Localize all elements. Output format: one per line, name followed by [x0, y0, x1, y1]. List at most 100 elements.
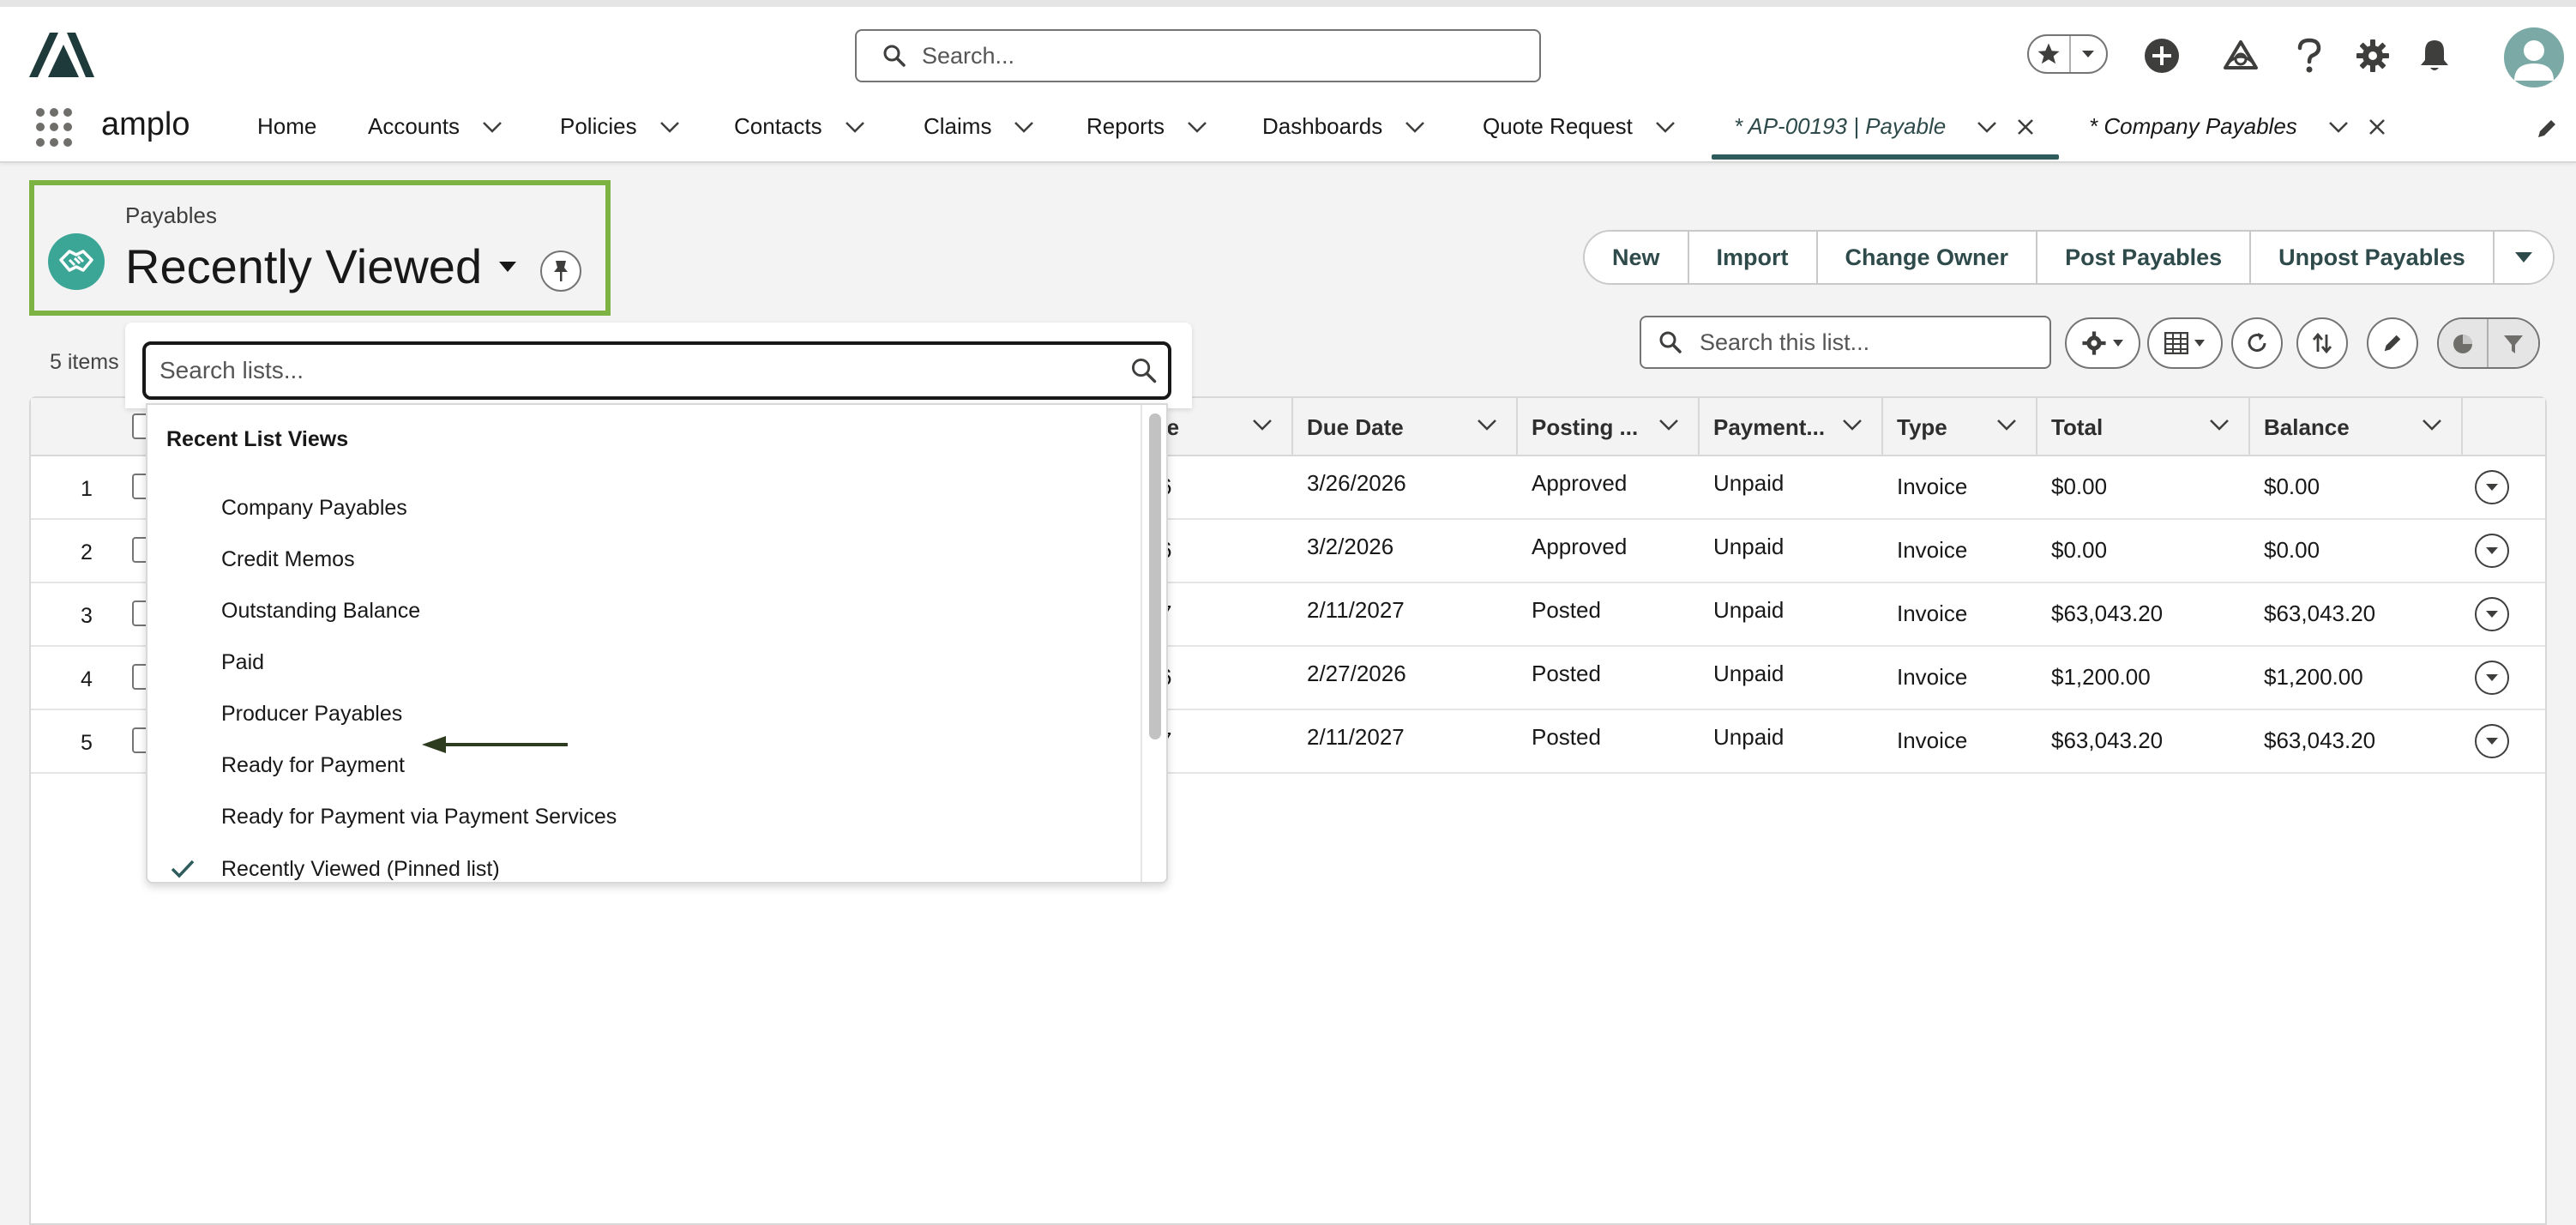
- nav-item-quote-request[interactable]: Quote Request: [1483, 113, 1676, 140]
- app-launcher-icon[interactable]: [36, 108, 75, 148]
- chevron-down-icon[interactable]: [1655, 121, 1676, 133]
- nav-item-policies[interactable]: Policies: [560, 113, 680, 140]
- chevron-down-icon[interactable]: [2422, 419, 2442, 431]
- chevron-down-icon[interactable]: [1405, 121, 1425, 133]
- list-picker-scrollbar[interactable]: [1141, 405, 1166, 882]
- list-view-picker-dropdown: Recent List Views Company Payables Credi…: [125, 323, 1192, 884]
- cell-payment-status: Unpaid: [1713, 661, 1785, 686]
- import-button[interactable]: Import: [1688, 232, 1818, 283]
- trailhead-icon[interactable]: [2218, 33, 2264, 79]
- close-icon[interactable]: [2016, 118, 2035, 136]
- more-actions-button[interactable]: [2494, 232, 2553, 283]
- list-picker-search-input[interactable]: [159, 357, 1103, 384]
- column-header-type[interactable]: Type: [1881, 398, 2036, 456]
- notifications-bell-icon[interactable]: [2411, 33, 2458, 79]
- unpost-payables-button[interactable]: Unpost Payables: [2251, 232, 2495, 283]
- list-option-paid[interactable]: Paid: [147, 638, 1134, 686]
- cell-balance: $0.00: [2264, 474, 2320, 499]
- column-header-balance[interactable]: Balance: [2248, 398, 2461, 456]
- cell-balance: $63,043.20: [2264, 727, 2376, 753]
- nav-item-home[interactable]: Home: [257, 113, 316, 140]
- list-view-controls-button[interactable]: [2065, 317, 2140, 369]
- cell-payment-status: Unpaid: [1713, 470, 1785, 496]
- list-option-company-payables[interactable]: Company Payables: [147, 484, 1134, 532]
- global-search[interactable]: [855, 29, 1541, 82]
- column-header-total[interactable]: Total: [2036, 398, 2248, 456]
- chevron-down-icon[interactable]: [1977, 121, 1997, 133]
- list-option-label: Producer Payables: [221, 701, 403, 726]
- chevron-down-icon[interactable]: [845, 121, 865, 133]
- row-actions-button[interactable]: [2475, 597, 2509, 631]
- list-view-selector[interactable]: Recently Viewed: [125, 238, 518, 294]
- list-option-label: Credit Memos: [221, 546, 355, 571]
- list-option-credit-memos[interactable]: Credit Memos: [147, 535, 1134, 583]
- cell-balance: $1,200.00: [2264, 664, 2363, 690]
- filter-icon[interactable]: [2489, 319, 2538, 367]
- chevron-down-icon[interactable]: [1996, 419, 2017, 431]
- nav-item-dashboards[interactable]: Dashboards: [1262, 113, 1425, 140]
- favorites-star-icon[interactable]: [2029, 36, 2071, 72]
- inline-edit-button[interactable]: [2367, 317, 2418, 369]
- favorites-dropdown-icon[interactable]: [2071, 36, 2106, 72]
- nav-item-claims[interactable]: Claims: [924, 113, 1034, 140]
- scrollbar-thumb[interactable]: [1149, 413, 1161, 739]
- tab-ap-00193-payable[interactable]: * AP-00193 | Payable: [1734, 113, 2035, 140]
- cell-type: Invoice: [1897, 727, 1968, 753]
- column-header-posting-status[interactable]: Posting ...: [1516, 398, 1698, 456]
- chevron-down-icon[interactable]: [1187, 121, 1207, 133]
- chevron-down-icon[interactable]: [1014, 121, 1034, 133]
- chevron-down-icon[interactable]: [1842, 419, 1863, 431]
- items-count: 5 items: [50, 350, 119, 374]
- nav-item-reports[interactable]: Reports: [1086, 113, 1207, 140]
- row-actions-button[interactable]: [2475, 724, 2509, 758]
- change-owner-button[interactable]: Change Owner: [1817, 232, 2038, 283]
- pin-icon: [554, 261, 568, 281]
- add-icon[interactable]: [2139, 33, 2185, 79]
- chevron-down-icon[interactable]: [2209, 419, 2230, 431]
- nav-item-accounts[interactable]: Accounts: [368, 113, 503, 140]
- chevron-down-icon[interactable]: [1658, 419, 1679, 431]
- row-actions-button[interactable]: [2475, 534, 2509, 568]
- edit-nav-pencil-icon[interactable]: [2535, 117, 2559, 141]
- list-option-recently-viewed-pinned[interactable]: Recently Viewed (Pinned list): [147, 845, 1134, 882]
- chevron-down-icon[interactable]: [2328, 121, 2349, 133]
- sort-icon: [2312, 332, 2332, 354]
- setup-gear-icon[interactable]: [2350, 33, 2396, 79]
- post-payables-button[interactable]: Post Payables: [2037, 232, 2252, 283]
- row-actions-button[interactable]: [2475, 470, 2509, 504]
- new-button[interactable]: New: [1585, 232, 1689, 283]
- nav-item-contacts[interactable]: Contacts: [734, 113, 865, 140]
- list-picker-search[interactable]: [142, 341, 1171, 400]
- close-icon[interactable]: [2368, 118, 2386, 136]
- chevron-down-icon[interactable]: [1477, 419, 1497, 431]
- caret-down-icon[interactable]: [497, 260, 518, 274]
- amplo-logo[interactable]: [29, 29, 94, 79]
- pin-list-button[interactable]: [540, 250, 581, 292]
- cell-total: $1,200.00: [2051, 664, 2151, 690]
- list-option-ready-for-payment[interactable]: Ready for Payment: [147, 741, 1134, 789]
- display-as-button[interactable]: [2147, 317, 2223, 369]
- list-search-input[interactable]: [1700, 329, 2025, 356]
- global-search-input[interactable]: [922, 42, 1436, 69]
- cell-payment-status: Unpaid: [1713, 534, 1785, 559]
- list-search[interactable]: [1640, 316, 2051, 369]
- refresh-button[interactable]: [2231, 317, 2283, 369]
- column-header-due-date[interactable]: Due Date: [1291, 398, 1516, 456]
- user-avatar-icon[interactable]: [2504, 27, 2564, 88]
- column-header-payment-status[interactable]: Payment...: [1698, 398, 1881, 456]
- nav-item-label: Quote Request: [1483, 113, 1633, 139]
- list-option-outstanding-balance[interactable]: Outstanding Balance: [147, 587, 1134, 635]
- chevron-down-icon[interactable]: [1252, 419, 1273, 431]
- chevron-down-icon[interactable]: [482, 121, 503, 133]
- tab-company-payables[interactable]: * Company Payables: [2089, 113, 2386, 140]
- chevron-down-icon[interactable]: [659, 121, 680, 133]
- tab-label: * AP-00193 | Payable: [1734, 113, 1947, 139]
- help-icon[interactable]: [2286, 33, 2332, 79]
- chart-icon[interactable]: [2439, 319, 2489, 367]
- row-actions-button[interactable]: [2475, 661, 2509, 695]
- list-option-ready-for-payment-via-payment-services[interactable]: Ready for Payment via Payment Services: [147, 793, 1134, 841]
- cell-due-date: 2/11/2027: [1307, 724, 1405, 750]
- gear-icon: [2082, 331, 2106, 355]
- sort-button[interactable]: [2296, 317, 2348, 369]
- list-option-producer-payables[interactable]: Producer Payables: [147, 690, 1134, 738]
